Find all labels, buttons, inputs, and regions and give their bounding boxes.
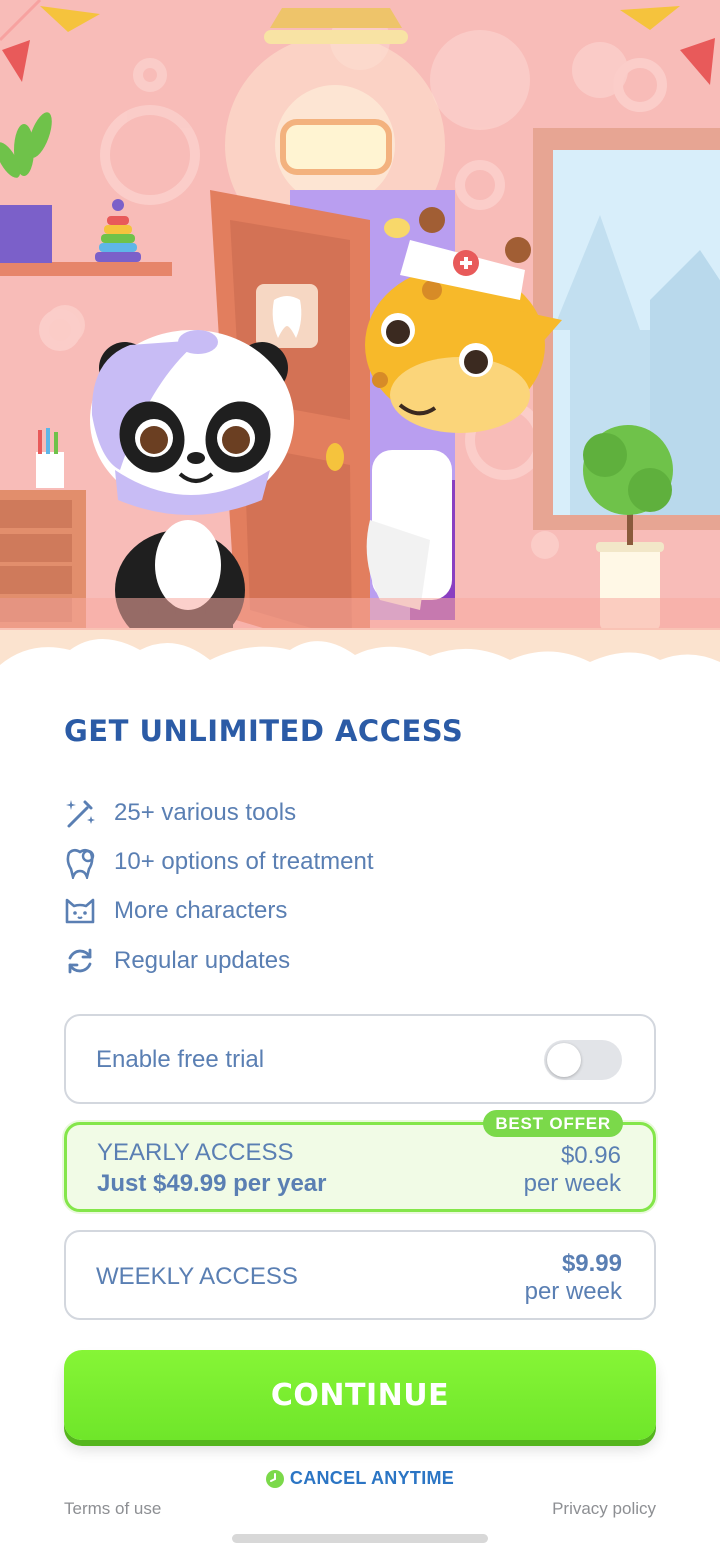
terms-of-use-link[interactable]: Terms of use xyxy=(64,1499,161,1519)
feature-item-tools: 25+ various tools xyxy=(62,788,662,837)
best-offer-badge: BEST OFFER xyxy=(483,1110,623,1137)
weekly-plan-price-unit: per week xyxy=(524,1278,622,1305)
weekly-plan-option[interactable]: WEEKLY ACCESS $9.99 per week xyxy=(64,1230,656,1320)
hero-illustration xyxy=(0,0,720,700)
home-indicator[interactable] xyxy=(232,1534,488,1543)
paywall-panel: GET UNLIMITED ACCESS 25+ various tools 1… xyxy=(0,690,720,1560)
cat-face-icon xyxy=(62,893,98,929)
feature-item-characters: More characters xyxy=(62,887,662,936)
feature-item-updates: Regular updates xyxy=(62,936,662,985)
feature-label: More characters xyxy=(114,897,288,925)
feature-item-treatment: 10+ options of treatment xyxy=(62,837,662,886)
dentist-room-scene xyxy=(0,0,720,700)
continue-button-label: CONTINUE xyxy=(270,1377,450,1413)
yearly-plan-option[interactable]: BEST OFFER YEARLY ACCESS Just $49.99 per… xyxy=(64,1110,656,1212)
tooth-icon xyxy=(62,844,98,880)
weekly-plan-name: WEEKLY ACCESS xyxy=(96,1263,298,1290)
cancel-anytime-note: CANCEL ANYTIME xyxy=(0,1468,720,1489)
feature-label: 10+ options of treatment xyxy=(114,847,374,875)
free-trial-toggle[interactable] xyxy=(544,1040,622,1080)
weekly-plan-price: $9.99 xyxy=(561,1250,622,1277)
feature-label: 25+ various tools xyxy=(114,798,297,826)
magic-wand-icon xyxy=(62,795,98,831)
refresh-icon xyxy=(62,943,98,979)
privacy-policy-link[interactable]: Privacy policy xyxy=(552,1499,656,1519)
clock-icon xyxy=(265,1469,284,1488)
free-trial-label: Enable free trial xyxy=(96,1046,265,1073)
yearly-plan-price-unit: per week xyxy=(523,1170,621,1197)
yearly-plan-price: $0.96 xyxy=(560,1142,621,1169)
free-trial-card[interactable]: Enable free trial xyxy=(64,1014,656,1104)
cancel-anytime-label: CANCEL ANYTIME xyxy=(289,1468,455,1488)
yearly-plan-name: YEARLY ACCESS xyxy=(97,1139,294,1166)
yearly-plan-subtitle: Just $49.99 per year xyxy=(97,1170,327,1197)
feature-label: Regular updates xyxy=(114,946,291,974)
page-title: GET UNLIMITED ACCESS xyxy=(64,714,464,748)
features-list: 25+ various tools 10+ options of treatme… xyxy=(62,788,662,985)
toggle-knob xyxy=(547,1043,581,1077)
continue-button[interactable]: CONTINUE xyxy=(64,1350,656,1440)
